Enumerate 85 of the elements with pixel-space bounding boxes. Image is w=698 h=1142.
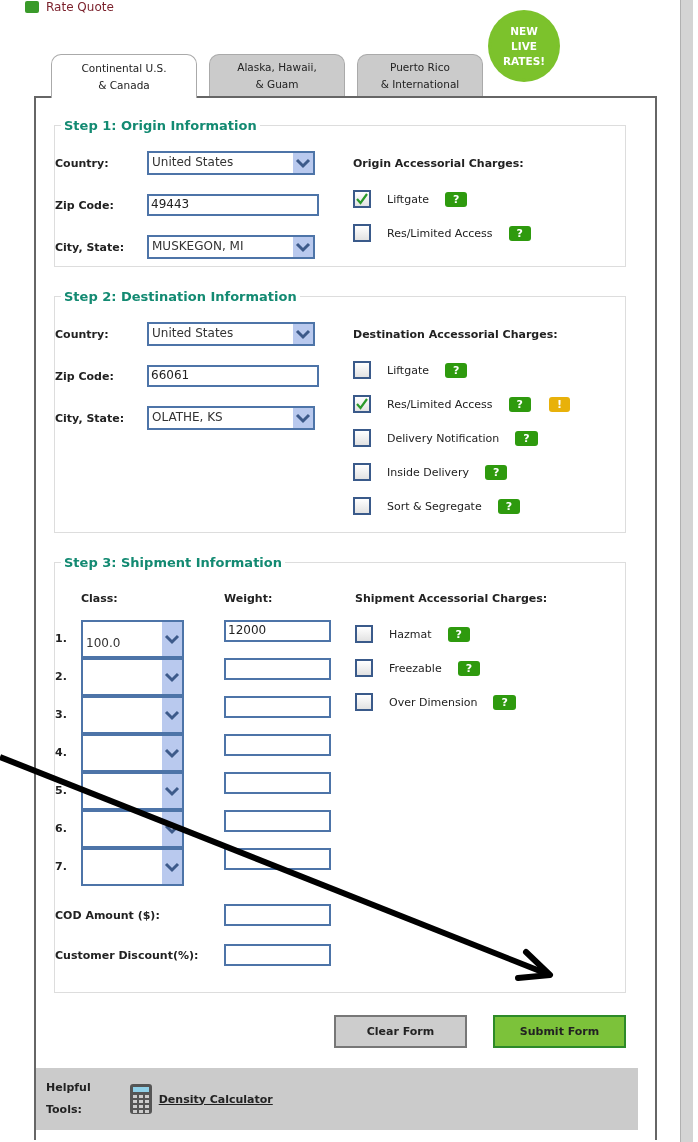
help-button[interactable]: ? — [447, 626, 470, 642]
row-number: 5. — [55, 783, 68, 797]
help-button[interactable]: ? — [515, 430, 538, 446]
submit-button[interactable]: Submit Form — [493, 1015, 626, 1048]
charges-heading: Origin Accessorial Charges: — [353, 157, 525, 170]
checkbox-label: Res/Limited Access — [387, 226, 493, 240]
charges-heading: Shipment Accessorial Charges: — [355, 592, 549, 605]
help-button[interactable]: ? — [445, 362, 468, 378]
clear-button[interactable]: Clear Form — [334, 1015, 467, 1048]
input-field[interactable]: 66061 — [147, 365, 319, 387]
dropdown-field[interactable]: United States — [147, 151, 315, 175]
checkbox[interactable] — [353, 463, 371, 481]
field-label: Customer Discount(%): — [55, 948, 200, 962]
section-legend: Step 1: Origin Information — [61, 118, 260, 133]
checkbox-label: Liftgate — [387, 363, 429, 377]
density-calculator-link[interactable]: Density Calculator — [158, 1092, 273, 1106]
help-button[interactable]: ? — [508, 396, 531, 412]
dropdown-field[interactable] — [81, 734, 184, 772]
field-label: Zip Code: — [55, 369, 115, 383]
checkbox[interactable] — [353, 497, 371, 515]
tools-label: Helpful Tools: — [46, 1080, 91, 1118]
dropdown-field[interactable]: 100.0 — [81, 620, 184, 658]
checkbox[interactable] — [355, 625, 373, 643]
section-legend: Step 3: Shipment Information — [61, 555, 285, 570]
input-field[interactable] — [224, 810, 331, 832]
column-header: Class: — [81, 592, 119, 607]
section-legend: Step 2: Destination Information — [61, 289, 300, 304]
dropdown-field[interactable]: MUSKEGON, MI — [147, 235, 315, 259]
checkbox[interactable] — [353, 361, 371, 379]
calculator-icon — [128, 1083, 153, 1115]
checkbox[interactable] — [353, 190, 371, 208]
dropdown-field[interactable] — [81, 658, 184, 696]
checkbox[interactable] — [353, 429, 371, 447]
row-number: 3. — [55, 707, 68, 721]
field-label: City, State: — [55, 240, 126, 254]
page-title: Rate Quote — [46, 0, 114, 14]
region-tab[interactable]: Puerto Rico & International — [357, 54, 483, 96]
row-number: 4. — [55, 745, 68, 759]
input-field[interactable] — [224, 904, 331, 926]
checkbox[interactable] — [355, 659, 373, 677]
field-label: COD Amount ($): — [55, 908, 161, 922]
checkbox-label: Sort & Segregate — [387, 499, 482, 513]
help-button[interactable]: ? — [457, 660, 481, 676]
help-button[interactable]: ? — [445, 191, 468, 207]
region-tab[interactable]: Alaska, Hawaii, & Guam — [209, 54, 345, 96]
checkbox-label: Liftgate — [387, 192, 429, 206]
field-label: Country: — [55, 156, 110, 170]
help-button[interactable]: ? — [508, 225, 531, 241]
input-field[interactable]: 49443 — [147, 194, 319, 216]
scrollbar[interactable] — [680, 0, 693, 1142]
dropdown-field[interactable] — [81, 696, 184, 734]
help-button[interactable]: ? — [497, 498, 521, 514]
checkbox-label: Over Dimension — [389, 695, 478, 709]
checkbox[interactable] — [353, 224, 371, 242]
checkbox-label: Inside Delivery — [387, 465, 469, 479]
help-button[interactable]: ? — [493, 694, 516, 710]
checkbox[interactable] — [355, 693, 373, 711]
column-header: Weight: — [224, 592, 274, 607]
dropdown-field[interactable] — [81, 772, 184, 810]
new-rates-badge: NEW LIVE RATES! — [488, 10, 560, 82]
field-label: Zip Code: — [55, 198, 115, 212]
checkbox-label: Res/Limited Access — [387, 397, 493, 411]
input-field[interactable] — [224, 734, 331, 756]
field-label: Country: — [55, 327, 110, 341]
row-number: 2. — [55, 669, 68, 683]
dropdown-field[interactable]: United States — [147, 322, 315, 346]
region-tab[interactable]: Continental U.S. & Canada — [51, 54, 197, 98]
row-number: 6. — [55, 821, 68, 835]
charges-heading: Destination Accessorial Charges: — [353, 328, 559, 341]
dropdown-field[interactable] — [81, 848, 184, 886]
field-label: City, State: — [55, 411, 126, 425]
checkbox-label: Hazmat — [389, 627, 432, 641]
checkbox-label: Delivery Notification — [387, 431, 500, 445]
input-field[interactable] — [224, 772, 331, 794]
input-field[interactable]: 12000 — [224, 620, 331, 642]
row-number: 1. — [55, 631, 68, 645]
input-field[interactable] — [224, 944, 331, 966]
input-field[interactable] — [224, 696, 331, 718]
input-field[interactable] — [224, 658, 331, 680]
dropdown-field[interactable] — [81, 810, 184, 848]
dropdown-field[interactable]: OLATHE, KS — [147, 406, 315, 430]
help-button[interactable]: ? — [484, 464, 508, 480]
row-number: 7. — [55, 859, 68, 873]
checkbox-label: Freezable — [389, 661, 442, 675]
checkbox[interactable] — [353, 395, 371, 413]
